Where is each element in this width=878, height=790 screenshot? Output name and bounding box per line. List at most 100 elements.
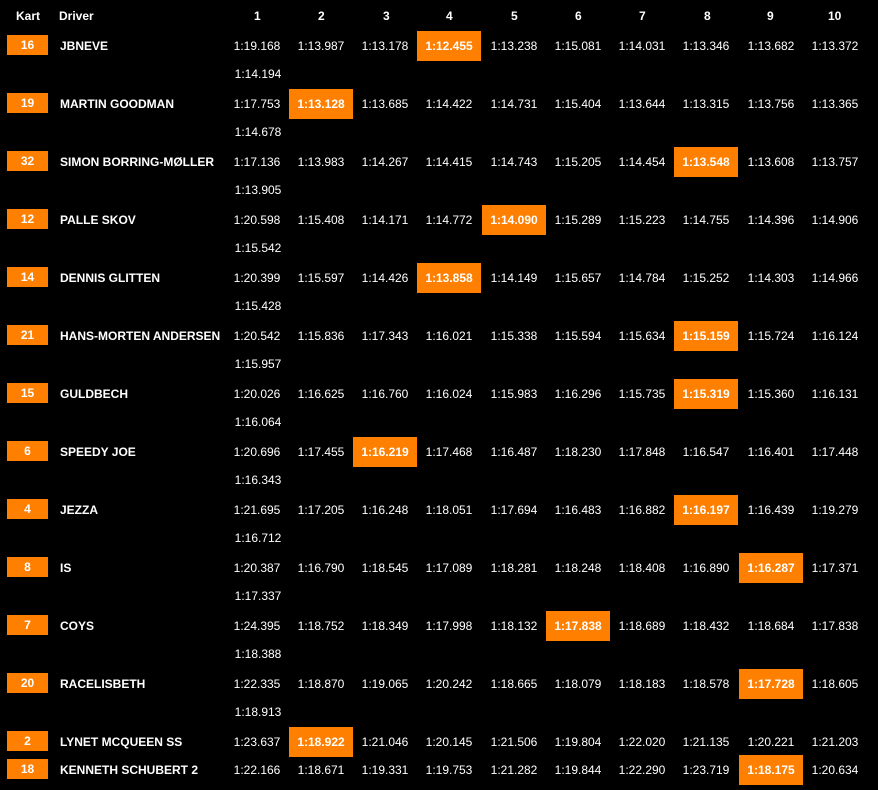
- best-lap-cell: 1:18.922: [289, 727, 353, 757]
- driver-header: Driver: [59, 9, 94, 23]
- lap-cell: 1:16.890: [682, 561, 730, 575]
- lap-header-10: 10: [828, 9, 842, 23]
- lap-cell: 1:13.346: [682, 39, 730, 53]
- lap-cell: 1:14.149: [490, 271, 538, 285]
- driver-name: JEZZA: [60, 503, 99, 517]
- lap-cell: 1:18.870: [297, 677, 345, 691]
- lap-cell: 1:15.252: [682, 271, 730, 285]
- lap-cell: 1:21.203: [811, 735, 859, 749]
- lap-cell: 1:16.124: [811, 329, 859, 343]
- lap-cell: 1:15.983: [490, 387, 538, 401]
- lap-cell: 1:15.338: [490, 329, 538, 343]
- lap-cell: 1:18.665: [490, 677, 538, 691]
- best-lap-cell: 1:14.090: [482, 205, 546, 235]
- lap-cell: 1:13.685: [361, 97, 409, 111]
- lap-cell-overflow: 1:14.678: [234, 125, 282, 139]
- lap-cell: 1:15.081: [554, 39, 602, 53]
- driver-name: HANS-MORTEN ANDERSEN: [60, 329, 221, 343]
- lap-cell: 1:14.396: [747, 213, 795, 227]
- lap-header-8: 8: [704, 9, 711, 23]
- lap-cell: 1:15.597: [297, 271, 345, 285]
- lap-cell: 1:17.136: [233, 155, 281, 169]
- table-header: Kart Driver 1 2 3 4 5 6 7 8 9 10: [0, 0, 878, 32]
- driver-name: SPEEDY JOE: [60, 445, 136, 459]
- lap-header-3: 3: [383, 9, 390, 23]
- lap-cell: 1:18.248: [554, 561, 602, 575]
- kart-badge: 32: [7, 151, 48, 171]
- lap-header-1: 1: [254, 9, 261, 23]
- lap-cell: 1:15.360: [747, 387, 795, 401]
- kart-badge: 4: [7, 499, 48, 519]
- lap-cell: 1:16.131: [811, 387, 859, 401]
- driver-name: PALLE SKOV: [60, 213, 136, 227]
- lap-cell-overflow: 1:16.712: [234, 531, 282, 545]
- lap-cell-overflow: 1:16.343: [234, 473, 282, 487]
- kart-badge: 15: [7, 383, 48, 403]
- best-lap-cell: 1:17.728: [739, 669, 803, 699]
- lap-cell: 1:22.020: [618, 735, 666, 749]
- lap-cell: 1:17.343: [361, 329, 409, 343]
- lap-cell: 1:16.024: [425, 387, 473, 401]
- lap-cell: 1:13.756: [747, 97, 795, 111]
- lap-cell: 1:14.966: [811, 271, 859, 285]
- lap-cell-overflow: 1:13.905: [234, 183, 282, 197]
- lap-cell: 1:17.753: [233, 97, 281, 111]
- lap-cell: 1:18.605: [811, 677, 859, 691]
- lap-cell: 1:18.051: [425, 503, 473, 517]
- lap-cell: 1:19.065: [361, 677, 409, 691]
- lap-cell: 1:16.487: [490, 445, 538, 459]
- driver-name: LYNET MCQUEEN SS: [60, 735, 183, 749]
- lap-cell: 1:13.238: [490, 39, 538, 53]
- lap-cell: 1:14.031: [618, 39, 666, 53]
- lap-cell: 1:21.046: [361, 735, 409, 749]
- lap-cell: 1:21.282: [490, 763, 538, 777]
- kart-badge: 18: [7, 759, 48, 779]
- best-lap-cell: 1:15.159: [674, 321, 738, 351]
- lap-cell: 1:19.331: [361, 763, 409, 777]
- lap-cell: 1:21.135: [682, 735, 730, 749]
- lap-cell: 1:22.335: [233, 677, 281, 691]
- lap-cell: 1:18.578: [682, 677, 730, 691]
- lap-cell: 1:15.289: [554, 213, 602, 227]
- lap-cell: 1:20.696: [233, 445, 281, 459]
- lap-cell: 1:14.422: [425, 97, 473, 111]
- lap-cell: 1:20.598: [233, 213, 281, 227]
- lap-cell: 1:13.608: [747, 155, 795, 169]
- lap-header-5: 5: [511, 9, 518, 23]
- best-lap-cell: 1:18.175: [739, 755, 803, 785]
- lap-cell: 1:16.625: [297, 387, 345, 401]
- driver-name: GULDBECH: [60, 387, 128, 401]
- lap-cell: 1:18.349: [361, 619, 409, 633]
- lap-cell: 1:13.987: [297, 39, 345, 53]
- lap-cell: 1:17.694: [490, 503, 538, 517]
- lap-cell: 1:13.757: [811, 155, 859, 169]
- driver-name: IS: [60, 561, 72, 575]
- lap-cell: 1:16.790: [297, 561, 345, 575]
- lap-cell: 1:24.395: [233, 619, 281, 633]
- lap-cell: 1:13.983: [297, 155, 345, 169]
- lap-cell: 1:19.753: [425, 763, 473, 777]
- lap-cell: 1:20.026: [233, 387, 281, 401]
- driver-name: SIMON BORRING-MØLLER: [60, 155, 214, 169]
- lap-header-9: 9: [767, 9, 774, 23]
- lap-cell: 1:17.371: [811, 561, 859, 575]
- lap-cell: 1:18.689: [618, 619, 666, 633]
- lap-cell: 1:22.290: [618, 763, 666, 777]
- lap-cell: 1:14.171: [361, 213, 409, 227]
- lap-cell-overflow: 1:15.542: [234, 241, 282, 255]
- best-lap-cell: 1:13.548: [674, 147, 738, 177]
- lap-cell: 1:17.848: [618, 445, 666, 459]
- lap-cell-overflow: 1:15.957: [234, 357, 282, 371]
- kart-badge: 12: [7, 209, 48, 229]
- lap-header-7: 7: [639, 9, 646, 23]
- lap-cell: 1:15.836: [297, 329, 345, 343]
- driver-name: COYS: [60, 619, 95, 633]
- lap-cell: 1:21.506: [490, 735, 538, 749]
- lap-cell: 1:20.145: [425, 735, 473, 749]
- lap-header-4: 4: [446, 9, 453, 23]
- lap-cell: 1:19.804: [554, 735, 602, 749]
- lap-cell: 1:17.089: [425, 561, 473, 575]
- kart-badge: 16: [7, 35, 48, 55]
- lap-cell: 1:20.542: [233, 329, 281, 343]
- lap-cell-overflow: 1:17.337: [234, 589, 282, 603]
